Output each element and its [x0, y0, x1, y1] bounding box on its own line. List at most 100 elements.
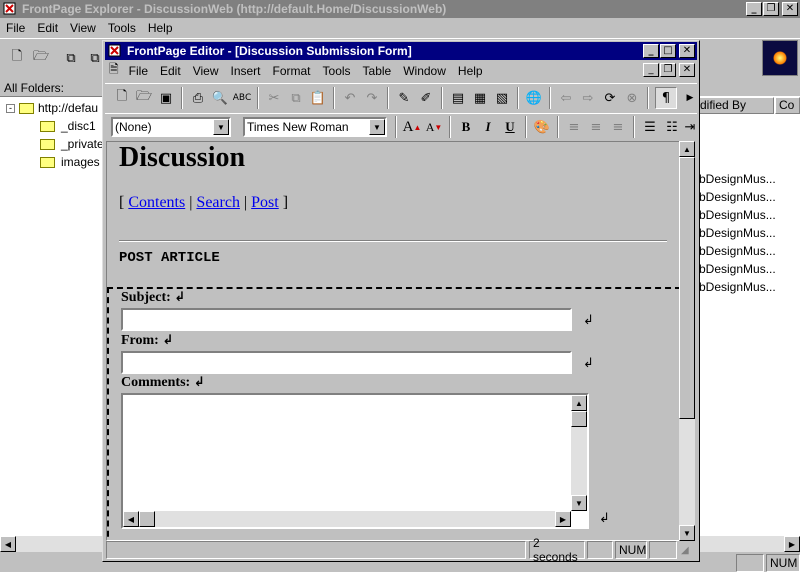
file-row-modified-by[interactable]: bDesignMus...	[699, 188, 776, 206]
editor-menu-edit[interactable]: Edit	[154, 64, 187, 78]
open-folder-icon[interactable]: 🗁	[30, 47, 52, 69]
subject-field[interactable]	[121, 308, 572, 331]
explorer-titlebar[interactable]: FrontPage Explorer - DiscussionWeb (http…	[0, 0, 800, 18]
show-paragraph-marks-icon[interactable]: ¶	[655, 87, 677, 109]
menu-file[interactable]: File	[0, 21, 31, 35]
bold-icon[interactable]: B	[455, 116, 477, 138]
form-field-icon[interactable]: ✐	[415, 87, 437, 109]
tree-item-private[interactable]: _private	[40, 137, 104, 151]
align-center-icon[interactable]: ≡	[585, 116, 607, 138]
toolbar-more-icon[interactable]: ▶	[679, 87, 701, 109]
scroll-down-icon[interactable]: ▼	[679, 525, 695, 541]
scroll-thumb[interactable]	[139, 511, 155, 527]
copy-icon[interactable]: ⧉	[285, 87, 307, 109]
decrease-font-icon[interactable]: A ▼	[423, 116, 445, 138]
stop-icon[interactable]: ⊗	[621, 87, 643, 109]
new-page-icon[interactable]: 🗋	[111, 87, 133, 109]
underline-icon[interactable]: U	[499, 116, 521, 138]
editor-menu-format[interactable]: Format	[267, 64, 317, 78]
file-row-modified-by[interactable]: bDesignMus...	[699, 170, 776, 188]
italic-icon[interactable]: I	[477, 116, 499, 138]
increase-font-icon[interactable]: A ▲	[401, 116, 423, 138]
doc-close-button[interactable]: ✕	[679, 63, 695, 77]
editor-minimize-button[interactable]: _	[643, 44, 659, 58]
editor-titlebar[interactable]: FrontPage Editor - [Discussion Submissio…	[105, 42, 697, 60]
font-dropdown[interactable]: Times New Roman ▼	[243, 117, 387, 137]
close-button[interactable]: ✕	[782, 2, 798, 16]
scroll-left-icon[interactable]: ◀	[123, 511, 139, 527]
frame-icon[interactable]: ▤	[447, 87, 469, 109]
redo-icon[interactable]: ↷	[361, 87, 383, 109]
scroll-right-icon[interactable]: ▶	[784, 536, 800, 552]
restore-button[interactable]: ❐	[763, 2, 779, 16]
scroll-up-icon[interactable]: ▲	[571, 395, 587, 411]
align-left-icon[interactable]: ≡	[563, 116, 585, 138]
column-header-co[interactable]: Co	[775, 97, 800, 114]
tree-root[interactable]: - http://defau	[6, 101, 98, 115]
doc-restore-button[interactable]: ❐	[660, 63, 676, 77]
resize-grip-icon[interactable]: ◢	[681, 545, 689, 556]
post-link[interactable]: Post	[251, 194, 279, 211]
tree-item-images[interactable]: images	[40, 155, 100, 169]
spelling-icon[interactable]: ABC	[231, 87, 253, 109]
menu-help[interactable]: Help	[142, 21, 179, 35]
column-header-modified-by[interactable]: dified By	[697, 97, 774, 114]
editor-menu-table[interactable]: Table	[357, 64, 398, 78]
tree-item-disc1[interactable]: _disc1	[40, 119, 96, 133]
save-icon[interactable]: ▣	[155, 87, 177, 109]
paste-icon[interactable]: 📋	[307, 87, 329, 109]
doc-minimize-button[interactable]: _	[643, 63, 659, 77]
indent-icon[interactable]: ⇥	[683, 116, 697, 138]
undo-icon[interactable]: ↶	[339, 87, 361, 109]
search-link[interactable]: Search	[196, 194, 240, 211]
scroll-up-icon[interactable]: ▲	[679, 141, 695, 157]
editor-menu-window[interactable]: Window	[397, 64, 452, 78]
new-icon[interactable]: 🗋	[6, 47, 28, 69]
print-preview-icon[interactable]: 🔍	[209, 87, 231, 109]
open-icon[interactable]: 🗁	[133, 87, 155, 109]
collapse-icon[interactable]: -	[6, 103, 15, 113]
contents-link[interactable]: Contents	[128, 194, 185, 211]
editor-close-button[interactable]: ✕	[679, 44, 695, 58]
scroll-right-icon[interactable]: ▶	[555, 511, 571, 527]
bulleted-list-icon[interactable]: ☷	[661, 116, 683, 138]
editor-menu-insert[interactable]: Insert	[224, 64, 266, 78]
scroll-left-icon[interactable]: ◀	[0, 536, 16, 552]
text-color-icon[interactable]: 🎨	[531, 116, 553, 138]
back-icon[interactable]: ⇦	[555, 87, 577, 109]
align-right-icon[interactable]: ≡	[607, 116, 629, 138]
editor-menu-file[interactable]: File	[123, 64, 154, 78]
cut-icon[interactable]: ✂	[263, 87, 285, 109]
comments-textarea[interactable]: ▲ ▼ ◀ ▶	[121, 393, 589, 529]
table-icon[interactable]: ▦	[469, 87, 491, 109]
file-row-modified-by[interactable]: bDesignMus...	[699, 206, 776, 224]
scroll-thumb[interactable]	[571, 411, 587, 427]
hyperlink-icon[interactable]: 🌐	[523, 87, 545, 109]
file-row-modified-by[interactable]: bDesignMus...	[699, 242, 776, 260]
document-area[interactable]: Discussion [ Contents | Search | Post ] …	[106, 141, 680, 541]
print-icon[interactable]: ⎙	[187, 87, 209, 109]
menu-tools[interactable]: Tools	[102, 21, 142, 35]
editor-menu-help[interactable]: Help	[452, 64, 489, 78]
file-row-modified-by[interactable]: bDesignMus...	[699, 278, 776, 296]
style-dropdown[interactable]: (None) ▼	[111, 117, 231, 137]
copy-web-icon[interactable]: ⧉	[60, 47, 82, 69]
editor-menu-view[interactable]: View	[187, 64, 225, 78]
chevron-down-icon[interactable]: ▼	[369, 119, 385, 135]
numbered-list-icon[interactable]: ☰	[639, 116, 661, 138]
refresh-icon[interactable]: ⟳	[599, 87, 621, 109]
webbot-icon[interactable]: ✎	[393, 87, 415, 109]
scroll-down-icon[interactable]: ▼	[571, 495, 587, 511]
file-row-modified-by[interactable]: bDesignMus...	[699, 224, 776, 242]
menu-edit[interactable]: Edit	[31, 21, 64, 35]
scroll-thumb[interactable]	[679, 157, 695, 419]
forward-icon[interactable]: ⇨	[577, 87, 599, 109]
editor-menu-tools[interactable]: Tools	[317, 64, 357, 78]
chevron-down-icon[interactable]: ▼	[213, 119, 229, 135]
minimize-button[interactable]: _	[746, 2, 762, 16]
textarea-vscroll[interactable]: ▲ ▼	[571, 395, 587, 511]
editor-vscroll[interactable]: ▲ ▼	[679, 141, 695, 541]
image-icon[interactable]: ▧	[491, 87, 513, 109]
editor-maximize-button[interactable]: □	[660, 44, 676, 58]
file-row-modified-by[interactable]: bDesignMus...	[699, 260, 776, 278]
